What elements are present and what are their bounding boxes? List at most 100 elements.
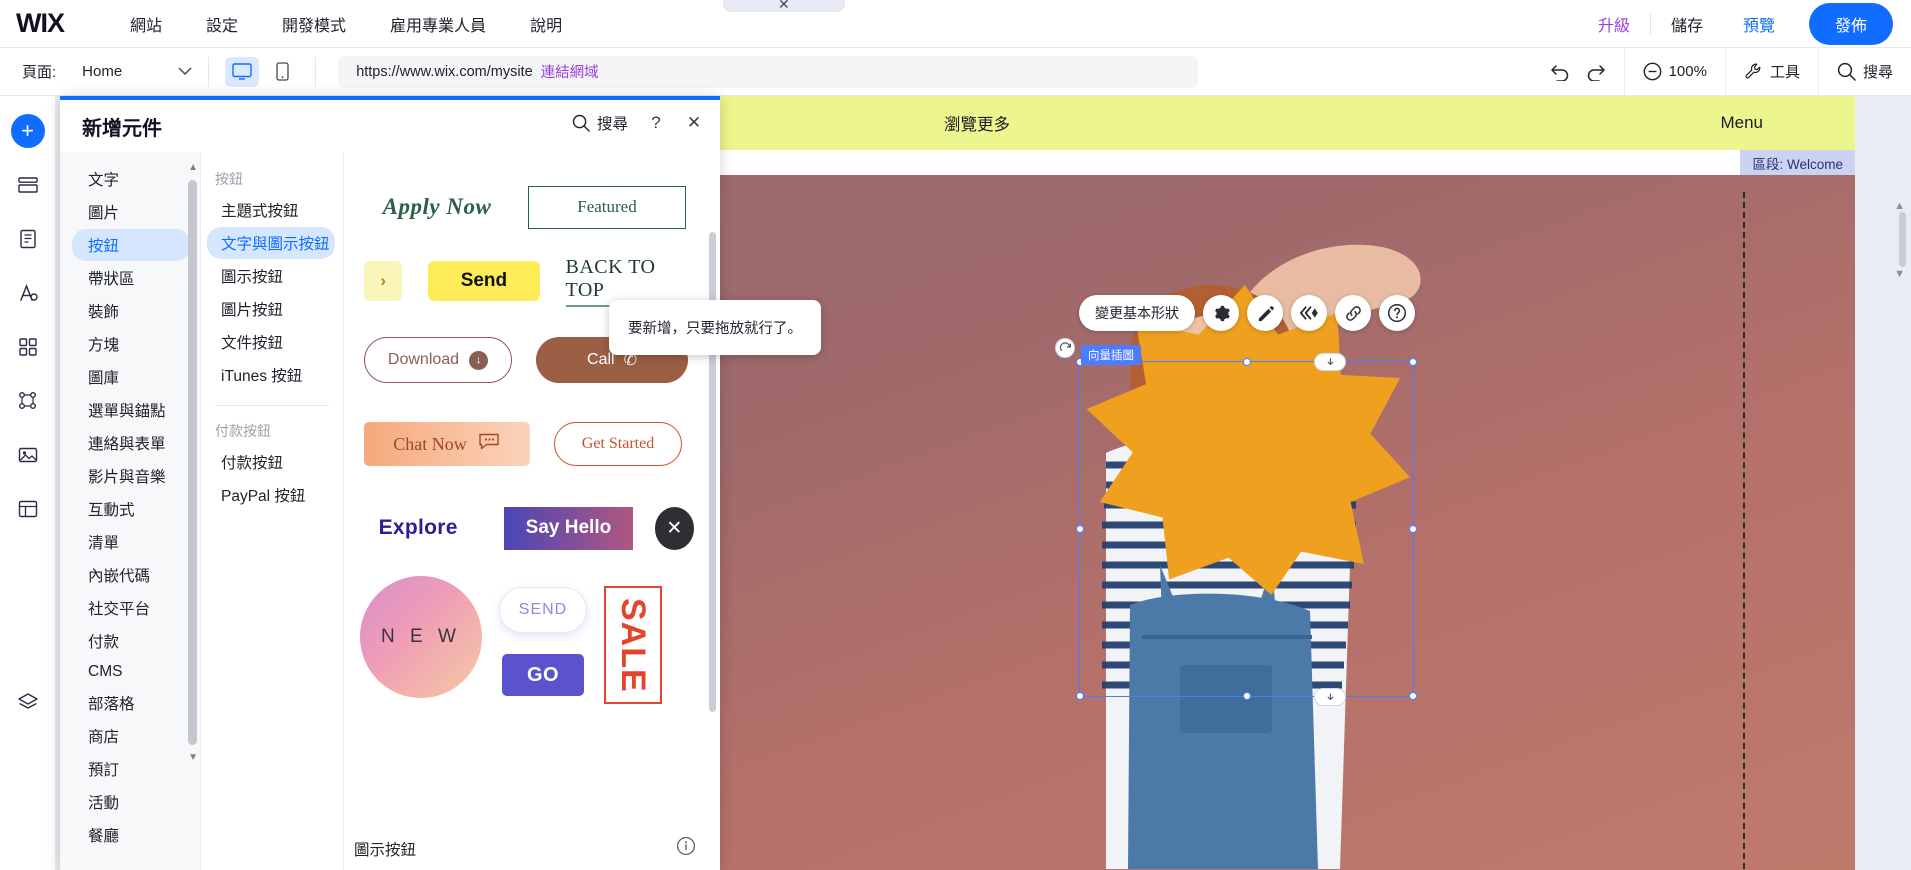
chat-now-button[interactable]: Chat Now [364, 422, 530, 466]
subitem-itunes-button[interactable]: iTunes 按鈕 [207, 359, 335, 391]
page-design-icon[interactable] [11, 222, 45, 256]
category-item-decorative[interactable]: 裝飾 [72, 295, 190, 327]
get-started-button[interactable]: Get Started [554, 422, 682, 466]
category-item-embed-code[interactable]: 內嵌代碼 [72, 559, 190, 591]
top-menu-item-settings[interactable]: 設定 [184, 6, 260, 42]
scroll-down-arrow[interactable]: ▼ [188, 752, 198, 763]
subcategory-column[interactable]: 按鈕 主題式按鈕 文字與圖示按鈕 圖示按鈕 圖片按鈕 文件按鈕 iTunes 按… [201, 152, 344, 870]
resize-handle[interactable] [1076, 692, 1084, 700]
new-circle-button[interactable]: N E W [360, 576, 482, 698]
category-scrollbar[interactable] [188, 180, 197, 745]
subitem-icon-button[interactable]: 圖示按鈕 [207, 260, 335, 292]
apps-icon[interactable] [11, 330, 45, 364]
subitem-paypal-button[interactable]: PayPal 按鈕 [207, 479, 335, 511]
category-item-strip[interactable]: 帶狀區 [72, 262, 190, 294]
add-elements-panel[interactable]: 新增元件 搜尋 ? ✕ ▲ 文字 圖片 按鈕 帶狀區 裝飾 方塊 圖庫 選單與錨… [60, 96, 720, 870]
page-name[interactable]: Home [82, 63, 122, 80]
desktop-icon[interactable] [225, 56, 260, 87]
canvas-scrollbar[interactable] [1899, 212, 1906, 267]
category-item-cms[interactable]: CMS [72, 658, 190, 686]
scroll-up-arrow[interactable]: ▲ [1894, 200, 1905, 212]
tools-menu[interactable]: 工具 [1724, 47, 1818, 96]
preview-button[interactable]: 預覽 [1723, 6, 1795, 42]
publish-button[interactable]: 發佈 [1808, 2, 1893, 45]
category-item-video-music[interactable]: 影片與音樂 [72, 460, 190, 492]
gear-icon[interactable] [1203, 295, 1239, 331]
close-icon[interactable]: ✕ [684, 113, 704, 133]
category-item-list[interactable]: 清單 [72, 526, 190, 558]
info-icon[interactable] [676, 836, 696, 861]
category-item-events[interactable]: 活動 [72, 786, 190, 818]
category-item-contact-forms[interactable]: 連絡與表單 [72, 427, 190, 459]
go-button[interactable]: GO [502, 654, 584, 696]
zoom-control[interactable]: 100% [1623, 47, 1725, 96]
panel-search-button[interactable]: 搜尋 [572, 112, 628, 134]
category-item-box[interactable]: 方塊 [72, 328, 190, 360]
add-plus-icon[interactable]: + [10, 114, 45, 148]
animation-icon[interactable] [1291, 295, 1327, 331]
category-item-restaurant[interactable]: 餐廳 [72, 819, 190, 851]
cms-icon[interactable] [11, 384, 45, 418]
redo-icon[interactable] [1585, 63, 1606, 81]
pen-icon[interactable] [1247, 295, 1283, 331]
blocks-icon[interactable] [11, 492, 45, 526]
wix-logo[interactable]: WIX [16, 8, 65, 39]
category-item-payments[interactable]: 付款 [72, 625, 190, 657]
pages-icon[interactable] [11, 168, 45, 202]
save-button[interactable]: 儲存 [1651, 6, 1723, 42]
mobile-icon[interactable] [265, 57, 299, 87]
subitem-payment-button[interactable]: 付款按鈕 [207, 446, 335, 478]
resize-handle[interactable] [1242, 358, 1251, 366]
category-item-interactive[interactable]: 互動式 [72, 493, 190, 525]
subitem-image-button[interactable]: 圖片按鈕 [207, 293, 335, 325]
help-icon[interactable] [1379, 295, 1415, 331]
resize-handle[interactable] [1242, 692, 1251, 700]
back-to-top-button[interactable]: BACK TO TOP [565, 256, 694, 307]
apply-now-button[interactable]: Apply Now [354, 194, 520, 220]
connect-domain-link[interactable]: 連結網域 [541, 61, 599, 82]
stretch-handle-icon[interactable] [1314, 353, 1346, 371]
top-menu-item-dev-mode[interactable]: 開發模式 [260, 6, 368, 42]
subitem-document-button[interactable]: 文件按鈕 [207, 326, 335, 358]
layers-icon[interactable] [11, 686, 45, 720]
search-control[interactable]: 搜尋 [1817, 47, 1911, 96]
subitem-theme-button[interactable]: 主題式按鈕 [207, 194, 335, 226]
selection-frame[interactable] [1076, 358, 1417, 700]
browse-more-link[interactable]: 瀏覽更多 [944, 111, 1010, 135]
category-item-gallery[interactable]: 圖庫 [72, 361, 190, 393]
resize-handle[interactable] [1409, 692, 1417, 700]
category-column[interactable]: ▲ 文字 圖片 按鈕 帶狀區 裝飾 方塊 圖庫 選單與錨點 連絡與表單 影片與音… [60, 152, 201, 870]
say-hello-button[interactable]: Say Hello [504, 506, 633, 550]
link-icon[interactable] [1335, 295, 1371, 331]
category-item-button[interactable]: 按鈕 [72, 229, 190, 261]
explore-button[interactable]: Explore [354, 516, 482, 540]
send-pill-button[interactable]: SEND [500, 588, 586, 632]
scroll-down-arrow[interactable]: ▼ [1894, 268, 1905, 280]
change-shape-button[interactable]: 變更基本形狀 [1079, 295, 1195, 331]
media-icon[interactable] [11, 438, 45, 472]
sale-button[interactable]: SALE [604, 586, 662, 704]
download-button[interactable]: Download ↓ [364, 337, 512, 383]
site-url-field[interactable]: https://www.wix.com/mysite 連結網域 [338, 55, 1199, 88]
upgrade-button[interactable]: 升級 [1578, 6, 1650, 42]
send-button[interactable]: Send [428, 261, 540, 301]
scroll-up-arrow[interactable]: ▲ [188, 162, 198, 173]
rotate-handle-icon[interactable] [1055, 338, 1075, 358]
theme-icon[interactable] [11, 276, 45, 310]
resize-handle[interactable] [1409, 358, 1417, 366]
category-item-menu-anchor[interactable]: 選單與錨點 [72, 394, 190, 426]
stretch-handle-icon[interactable] [1314, 688, 1346, 706]
category-item-text[interactable]: 文字 [72, 163, 190, 195]
resize-handle[interactable] [1409, 525, 1417, 533]
top-menu-item-hire-pro[interactable]: 雇用專業人員 [368, 6, 508, 42]
close-x-button[interactable]: ✕ [654, 506, 694, 550]
header-band[interactable]: 瀏覽更多 Menu [720, 96, 1855, 150]
subitem-text-icon-button[interactable]: 文字與圖示按鈕 [207, 227, 335, 259]
category-item-social[interactable]: 社交平台 [72, 592, 190, 624]
arrow-button[interactable]: › [364, 261, 403, 301]
category-item-bookings[interactable]: 預訂 [72, 753, 190, 785]
category-item-store[interactable]: 商店 [72, 720, 190, 752]
top-menu-item-help[interactable]: 說明 [508, 6, 584, 42]
chevron-down-icon[interactable] [178, 65, 192, 79]
top-menu-item-site[interactable]: 網站 [108, 6, 184, 42]
